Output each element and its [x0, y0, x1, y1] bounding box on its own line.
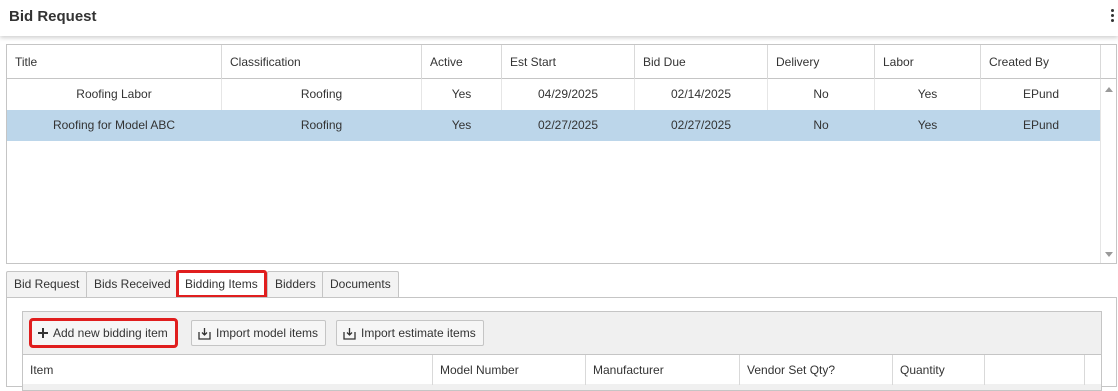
- column-header-item[interactable]: Item: [23, 355, 432, 385]
- column-header-created-by[interactable]: Created By: [980, 45, 1101, 79]
- header-scroll-spacer: [1084, 355, 1101, 385]
- bidding-items-panel: Add new bidding item Import model items …: [6, 297, 1117, 391]
- column-header-labor[interactable]: Labor: [874, 45, 980, 79]
- tab-documents[interactable]: Documents: [322, 271, 399, 297]
- import-estimate-items-label: Import estimate items: [361, 326, 476, 340]
- cell-title: Roofing for Model ABC: [52, 118, 176, 132]
- column-header-est-start[interactable]: Est Start: [501, 45, 634, 79]
- kebab-menu-icon[interactable]: [1110, 9, 1116, 23]
- vertical-scrollbar[interactable]: [1100, 79, 1116, 263]
- page-title: Bid Request: [9, 8, 97, 25]
- tab-bidding-items[interactable]: Bidding Items: [176, 270, 267, 298]
- plus-icon: [38, 327, 48, 338]
- bidding-items-container: Add new bidding item Import model items …: [22, 311, 1102, 391]
- import-model-items-button[interactable]: Import model items: [191, 320, 327, 346]
- cell-delivery: No: [767, 79, 874, 110]
- import-model-items-label: Import model items: [216, 326, 319, 340]
- tab-bidders[interactable]: Bidders: [267, 271, 324, 297]
- column-header-active[interactable]: Active: [421, 45, 501, 79]
- column-header-manufacturer[interactable]: Manufacturer: [585, 355, 739, 385]
- column-header-model-number[interactable]: Model Number: [432, 355, 585, 385]
- cell-est-start: 04/29/2025: [501, 79, 634, 110]
- cell-bid-due: 02/27/2025: [634, 110, 767, 141]
- scroll-down-icon[interactable]: [1105, 252, 1113, 257]
- import-icon: [343, 328, 356, 340]
- column-header-vendor-set-qty[interactable]: Vendor Set Qty?: [739, 355, 892, 385]
- tab-bid-request[interactable]: Bid Request: [6, 271, 88, 297]
- bidding-items-grid-header: Item Model Number Manufacturer Vendor Se…: [23, 354, 1101, 385]
- cell-classification: Roofing: [221, 110, 421, 141]
- scroll-up-icon[interactable]: [1105, 87, 1113, 92]
- column-header-quantity[interactable]: Quantity: [892, 355, 984, 385]
- add-new-bidding-item-label: Add new bidding item: [53, 326, 168, 340]
- cell-labor: Yes: [874, 110, 980, 141]
- column-header-title[interactable]: Title: [7, 45, 221, 79]
- column-header-bid-due[interactable]: Bid Due: [634, 45, 767, 79]
- bid-request-grid: Title Classification Active Est Start Bi…: [6, 44, 1117, 264]
- header-scroll-spacer: [1100, 45, 1116, 79]
- cell-classification: Roofing: [221, 79, 421, 110]
- page-header: Bid Request: [0, 0, 1118, 36]
- cell-active: Yes: [421, 79, 501, 110]
- cell-bid-due: 02/14/2025: [634, 79, 767, 110]
- tab-bids-received[interactable]: Bids Received: [86, 271, 179, 297]
- import-icon: [198, 328, 211, 340]
- column-header-actions: [984, 355, 1084, 385]
- cell-est-start: 02/27/2025: [501, 110, 634, 141]
- cell-created-by: EPund: [980, 79, 1101, 110]
- cell-delivery: No: [767, 110, 874, 141]
- column-header-classification[interactable]: Classification: [221, 45, 421, 79]
- cell-title: Roofing Labor: [76, 87, 152, 101]
- import-estimate-items-button[interactable]: Import estimate items: [336, 320, 484, 346]
- table-row[interactable]: Roofing Labor Roofing Yes 04/29/2025 02/…: [7, 79, 1101, 110]
- cell-labor: Yes: [874, 79, 980, 110]
- table-row-selected[interactable]: Roofing for Model ABC Roofing Yes 02/27/…: [7, 110, 1101, 141]
- add-new-bidding-item-button[interactable]: Add new bidding item: [29, 318, 178, 348]
- grid-header: Title Classification Active Est Start Bi…: [7, 45, 1101, 79]
- cell-active: Yes: [421, 110, 501, 141]
- column-header-delivery[interactable]: Delivery: [767, 45, 874, 79]
- cell-created-by: EPund: [980, 110, 1101, 141]
